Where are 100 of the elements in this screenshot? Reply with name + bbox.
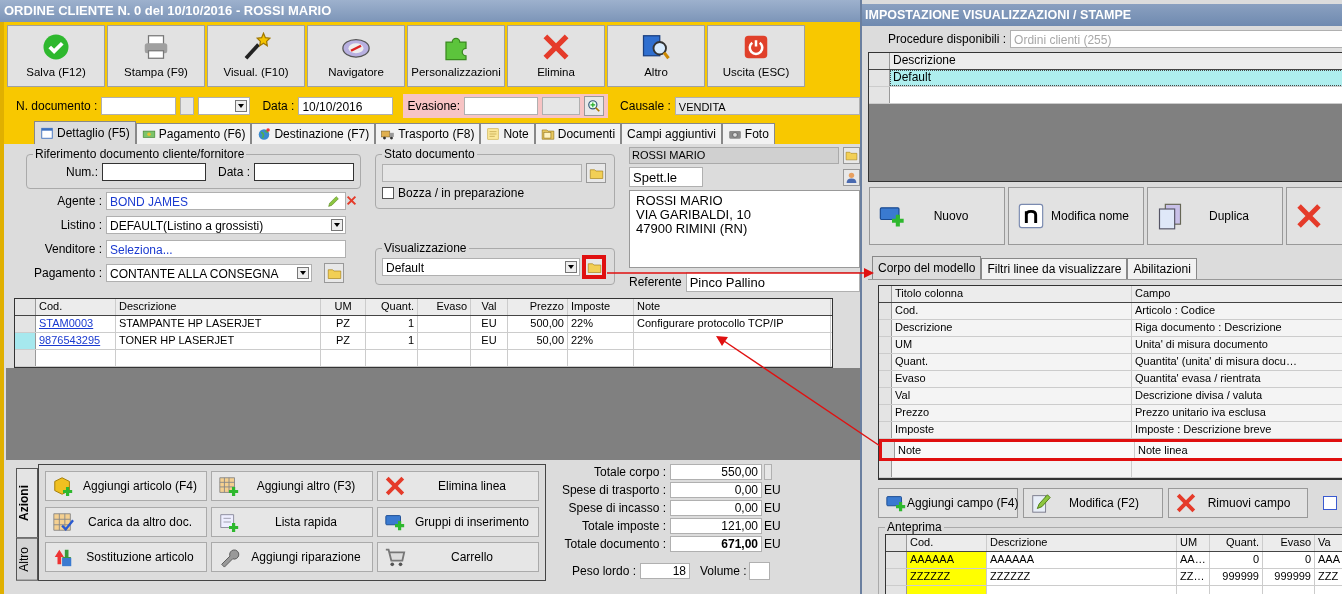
toolbar-button[interactable]: Personalizzazioni — [407, 25, 505, 87]
field-label: Evasione: — [407, 99, 461, 113]
action-button[interactable]: Elimina linea — [377, 471, 539, 501]
table-cell: AA… — [1177, 552, 1210, 568]
folder-button[interactable] — [584, 257, 604, 277]
table-row[interactable]: Imposte Imposte : Descrizione breve — [879, 422, 1342, 439]
field-label: Data : — [262, 99, 295, 113]
column-header: Cod. — [36, 299, 116, 315]
table-cell: 22% — [568, 333, 634, 349]
table-row[interactable]: Note Note linea — [879, 439, 1342, 461]
folder-button[interactable] — [586, 163, 606, 183]
empty-row[interactable] — [879, 461, 1342, 478]
table-cell: 500,00 — [508, 316, 568, 332]
dropdown[interactable]: Default — [382, 258, 580, 276]
agent-field[interactable]: BOND JAMES — [106, 192, 346, 210]
weight-field[interactable]: 18 — [640, 563, 690, 579]
folder-button[interactable] — [843, 147, 860, 164]
grid-plus-icon — [218, 475, 240, 497]
item-code-link[interactable]: STAM0003 — [36, 316, 116, 332]
dialog-button[interactable]: Nuovo — [869, 187, 1005, 245]
dialog-button[interactable]: Duplica — [1147, 187, 1283, 245]
field-button[interactable]: Modifica (F2) — [1023, 488, 1163, 518]
dialog-button[interactable] — [1286, 187, 1342, 245]
dialog-button[interactable]: Modifica nome — [1008, 187, 1144, 245]
cross-icon — [541, 32, 571, 62]
column-header: Quant. — [366, 299, 418, 315]
dropdown[interactable]: CONTANTE ALLA CONSEGNA — [106, 264, 312, 282]
toolbar-button[interactable]: Salva (F12) — [7, 25, 105, 87]
action-button[interactable]: Aggiungi riparazione — [211, 542, 373, 573]
checkbox[interactable] — [1323, 496, 1337, 510]
total-label: Spese di incasso : — [567, 501, 667, 515]
contact-field[interactable]: Pinco Pallino — [685, 272, 860, 292]
table-row[interactable]: UM Unita' di misura documento — [879, 337, 1342, 354]
tab[interactable]: Dettaglio (F5) — [34, 121, 136, 144]
evasione-number-field[interactable] — [542, 97, 581, 115]
toolbar-button[interactable]: Uscita (ESC) — [707, 25, 805, 87]
tab[interactable]: Documenti — [534, 123, 622, 144]
causale-field[interactable]: VENDITA — [674, 97, 860, 115]
seller-field[interactable]: Seleziona... — [106, 240, 346, 258]
checkbox[interactable] — [382, 187, 394, 199]
action-button[interactable]: Lista rapida — [211, 506, 373, 537]
document-number-field[interactable] — [101, 97, 177, 115]
toolbar-button[interactable]: Visual. (F10) — [207, 25, 305, 87]
tab[interactable]: Foto — [721, 123, 775, 144]
dropdown[interactable] — [198, 97, 251, 115]
toolbar-button[interactable]: Stampa (F9) — [107, 25, 205, 87]
table-row[interactable]: Descrizione Riga documento : Descrizione — [879, 320, 1342, 337]
salutation-field[interactable]: Spett.le — [629, 167, 703, 187]
table-cell: EU — [471, 333, 508, 349]
tab[interactable]: Abilitazioni — [1127, 258, 1197, 279]
table-cell: AAA — [1315, 552, 1342, 568]
action-button[interactable]: Carrello — [377, 542, 539, 573]
tab[interactable]: Campi aggiuntivi — [621, 123, 722, 144]
action-button[interactable]: Sostituzione articolo — [45, 542, 207, 573]
toolbar-button[interactable]: Altro — [607, 25, 705, 87]
row-selector[interactable] — [15, 333, 36, 349]
action-button[interactable]: Gruppi di inserimento — [377, 506, 539, 537]
contact-button[interactable] — [843, 168, 860, 186]
side-tab[interactable]: Azioni — [16, 468, 38, 538]
tab[interactable]: Destinazione (F7) — [251, 123, 376, 144]
table-row[interactable]: Evaso Quantita' evasa / rientrata — [879, 371, 1342, 388]
address-field[interactable]: ROSSI MARIO VIA GARIBALDI, 10 47900 RIMINI (RN) — [629, 190, 860, 268]
volume-field[interactable] — [748, 562, 770, 580]
total-field: 0,00 — [670, 482, 762, 498]
reference-date-field[interactable] — [254, 163, 354, 181]
tab[interactable]: Note — [480, 123, 535, 144]
field-button[interactable]: Aggiungi campo (F4) — [878, 488, 1018, 518]
evasione-date-field[interactable] — [464, 97, 539, 115]
date-field[interactable]: 10/10/2016 — [298, 97, 394, 115]
table-row[interactable]: Val Descrizione divisa / valuta — [879, 388, 1342, 405]
action-button[interactable]: Aggiungi altro (F3) — [211, 471, 373, 501]
action-button[interactable]: Aggiungi articolo (F4) — [45, 471, 207, 501]
item-code-link[interactable]: 9876543295 — [36, 333, 116, 349]
field-button[interactable]: Rimuovi campo — [1168, 488, 1308, 518]
folder-button[interactable] — [324, 263, 344, 283]
zoom-button[interactable] — [584, 96, 605, 116]
table-row[interactable]: Prezzo Prezzo unitario iva esclusa — [879, 405, 1342, 422]
status-field[interactable] — [382, 164, 582, 182]
toolbar-button[interactable]: Navigatore — [307, 25, 405, 87]
dropdown[interactable]: DEFAULT(Listino a grossisti) — [106, 216, 346, 234]
box-plus-icon — [52, 475, 74, 497]
reference-number-field[interactable] — [102, 163, 206, 181]
action-button[interactable]: Carica da altro doc. — [45, 506, 207, 537]
row-header — [886, 569, 907, 585]
tab[interactable]: Corpo del modello — [872, 256, 982, 279]
column-header: Titolo colonna — [892, 286, 1132, 302]
tab[interactable]: Trasporto (F8) — [375, 123, 481, 144]
table-row[interactable]: Quant. Quantita' (unita' di misura docu… — [879, 354, 1342, 371]
series-field[interactable] — [180, 97, 195, 115]
empty-row[interactable] — [15, 350, 832, 367]
side-tab[interactable]: Altro — [16, 538, 38, 581]
table-row[interactable]: Cod. Articolo : Codice — [879, 303, 1342, 320]
field-label: Num.: — [65, 165, 98, 179]
list-item[interactable]: Default — [890, 70, 1342, 86]
toolbar-button[interactable]: Elimina — [507, 25, 605, 87]
tab[interactable]: Filtri linee da visualizzare — [981, 258, 1128, 279]
row-selector[interactable] — [15, 316, 36, 332]
tab[interactable]: Pagamento (F6) — [135, 123, 252, 144]
currency-label: EU — [764, 519, 781, 533]
total-field: 671,00 — [670, 536, 762, 552]
